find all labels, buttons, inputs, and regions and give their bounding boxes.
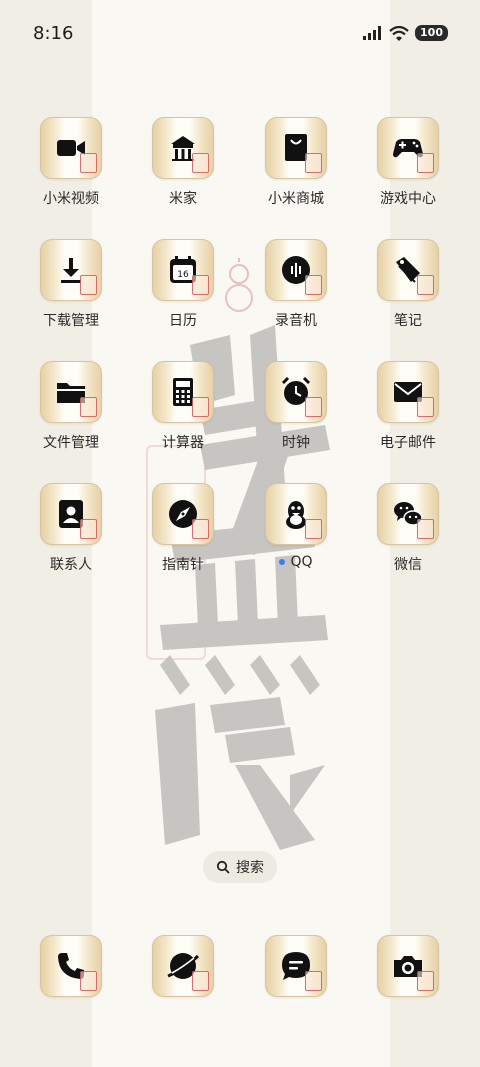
phone-icon	[58, 953, 84, 979]
app-tile[interactable]	[152, 117, 214, 179]
app-tile[interactable]	[265, 935, 327, 997]
folder-icon	[57, 383, 85, 403]
app-tile[interactable]: 16	[152, 239, 214, 301]
calendar-date: 16	[177, 270, 189, 280]
shopping-bag-icon	[285, 134, 307, 161]
search-icon	[216, 860, 230, 874]
app-label: 下载管理	[43, 313, 99, 329]
mail-icon	[394, 382, 422, 402]
contact-icon	[59, 500, 83, 528]
app-compass[interactable]: 指南针	[133, 483, 233, 574]
browser-icon	[167, 953, 200, 979]
app-tile[interactable]	[40, 117, 102, 179]
app-download-manager[interactable]: 下载管理	[21, 239, 121, 330]
app-tile[interactable]	[40, 935, 102, 997]
app-recorder[interactable]: 录音机	[246, 239, 346, 330]
calendar-icon: 16	[170, 256, 196, 283]
status-time: 8:16	[33, 22, 74, 44]
app-label: 时钟	[282, 435, 310, 451]
app-tile[interactable]	[377, 935, 439, 997]
app-clock[interactable]: 时钟	[246, 361, 346, 452]
mijia-icon	[171, 136, 195, 161]
wechat-icon	[394, 502, 423, 526]
new-install-dot	[279, 559, 286, 565]
app-label: 联系人	[50, 557, 92, 573]
app-tile[interactable]	[40, 483, 102, 545]
wifi-icon	[389, 25, 409, 41]
app-notes[interactable]: 笔记	[358, 239, 458, 330]
app-label: 游戏中心	[380, 191, 436, 207]
app-tile[interactable]	[377, 117, 439, 179]
app-label: 日历	[169, 313, 197, 329]
app-mijia[interactable]: 米家	[133, 117, 233, 208]
search-label: 搜索	[236, 860, 264, 876]
compass-icon	[169, 500, 197, 528]
dock-phone[interactable]	[21, 935, 121, 997]
app-email[interactable]: 电子邮件	[358, 361, 458, 452]
app-calculator[interactable]: 计算器	[133, 361, 233, 452]
app-label-text: QQ	[290, 554, 313, 570]
app-label: 笔记	[394, 313, 422, 329]
dock-browser[interactable]	[133, 935, 233, 997]
app-game-center[interactable]: 游戏中心	[358, 117, 458, 208]
gamepad-icon	[393, 139, 423, 158]
app-tile[interactable]	[265, 361, 327, 423]
messages-icon	[282, 952, 310, 980]
app-tile[interactable]	[152, 361, 214, 423]
app-contacts[interactable]: 联系人	[21, 483, 121, 574]
app-tile[interactable]	[265, 239, 327, 301]
dock-messages[interactable]	[246, 935, 346, 997]
app-tile[interactable]	[40, 239, 102, 301]
app-tile[interactable]	[265, 483, 327, 545]
qq-penguin-icon	[286, 501, 306, 529]
app-label: 小米视频	[43, 191, 99, 207]
app-label: QQ	[279, 554, 313, 570]
app-xiaomi-mall[interactable]: 小米商城	[246, 117, 346, 208]
app-wechat[interactable]: 微信	[358, 483, 458, 574]
app-qq[interactable]: QQ	[246, 483, 346, 570]
app-label: 米家	[169, 191, 197, 207]
app-tile[interactable]	[377, 239, 439, 301]
app-label: 指南针	[162, 557, 204, 573]
status-bar: 8:16 100	[0, 0, 480, 66]
calculator-icon	[173, 378, 193, 406]
app-label: 录音机	[275, 313, 317, 329]
app-tile[interactable]	[377, 361, 439, 423]
tag-icon	[396, 257, 420, 283]
app-tile[interactable]	[377, 483, 439, 545]
dock-camera[interactable]	[358, 935, 458, 997]
app-file-manager[interactable]: 文件管理	[21, 361, 121, 452]
download-icon	[61, 258, 81, 283]
app-tile[interactable]	[152, 935, 214, 997]
app-xiaomi-video[interactable]: 小米视频	[21, 117, 121, 208]
app-label: 文件管理	[43, 435, 99, 451]
app-label: 微信	[394, 557, 422, 573]
battery-indicator: 100	[415, 25, 448, 41]
recorder-icon	[282, 256, 310, 284]
app-tile[interactable]	[40, 361, 102, 423]
signal-icon	[363, 26, 382, 40]
app-tile[interactable]	[265, 117, 327, 179]
app-tile[interactable]	[152, 483, 214, 545]
app-label: 小米商城	[268, 191, 324, 207]
status-icons: 100	[363, 25, 448, 41]
alarm-clock-icon	[281, 376, 311, 405]
app-calendar[interactable]: 16 日历	[133, 239, 233, 330]
video-camera-icon	[57, 140, 85, 156]
app-label: 电子邮件	[380, 435, 436, 451]
search-button[interactable]: 搜索	[203, 851, 277, 883]
app-label: 计算器	[162, 435, 204, 451]
camera-icon	[394, 956, 422, 977]
